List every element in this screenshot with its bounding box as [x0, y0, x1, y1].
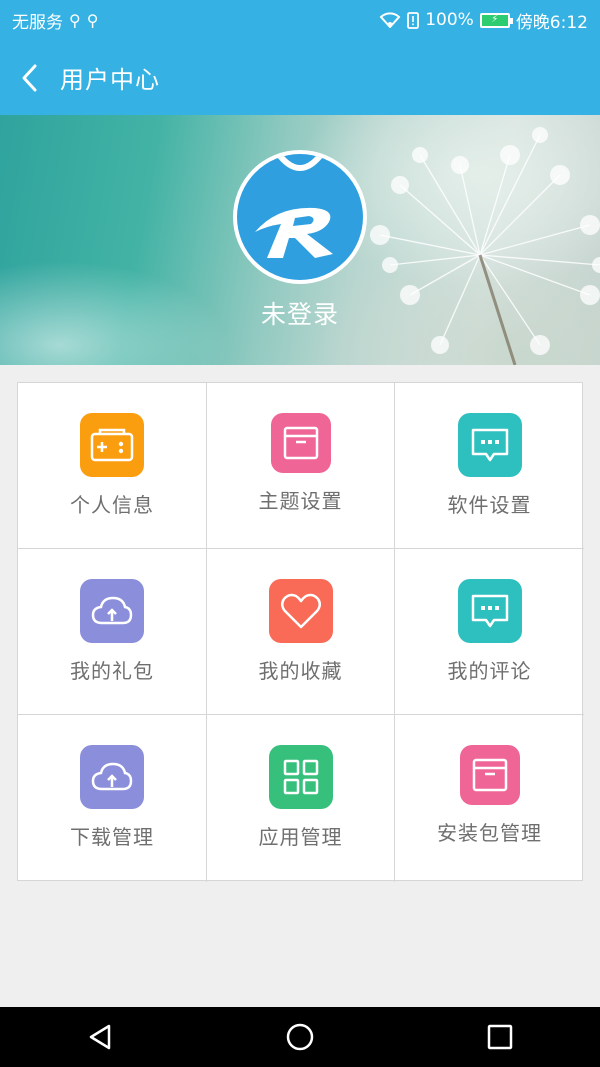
nav-recents-button[interactable]	[470, 1007, 530, 1067]
menu-item-label: 下载管理	[70, 825, 154, 849]
status-left: 无服务 ⚲ ⚲	[12, 8, 98, 33]
carrier-text: 无服务	[12, 12, 63, 33]
menu-item-my-gifts[interactable]: 我的礼包	[18, 549, 207, 715]
chat-bubble-icon	[457, 579, 522, 643]
page-title: 用户中心	[60, 66, 160, 94]
usb-icon: ⚲	[69, 10, 81, 30]
r-logo-icon	[237, 154, 363, 280]
chat-bubble-icon	[457, 413, 522, 477]
wifi-icon	[379, 12, 401, 28]
menu-item-label: 我的收藏	[258, 659, 343, 683]
menu-item-label: 应用管理	[258, 825, 343, 849]
usb-debug-icon: ⚲	[86, 10, 99, 30]
box-icon	[459, 745, 520, 805]
title-bar: 用户中心	[0, 40, 600, 115]
status-bar: 无服务 ⚲ ⚲ 100% ⚡ 傍晚6:12	[0, 0, 600, 40]
menu-item-theme-settings[interactable]: 主题设置	[207, 383, 395, 549]
menu-grid: 个人信息 主题设置 软件设置 我的礼包 我的收藏 我的评论 下载管理 应用管理 …	[17, 382, 584, 882]
status-right: 100% ⚡ 傍晚6:12	[379, 8, 588, 33]
heart-icon	[268, 579, 333, 643]
menu-item-download-management[interactable]: 下载管理	[18, 715, 207, 882]
menu-item-package-management[interactable]: 安装包管理	[395, 715, 584, 882]
menu-item-software-settings[interactable]: 软件设置	[395, 383, 584, 549]
sim-warning-icon	[407, 11, 420, 29]
cloud-upload-icon	[80, 745, 144, 809]
profile-banner: 未登录	[0, 115, 600, 365]
menu-item-label: 我的礼包	[70, 659, 154, 683]
nav-home-button[interactable]	[270, 1007, 330, 1067]
menu-item-label: 主题设置	[258, 489, 343, 513]
menu-item-label: 软件设置	[447, 493, 532, 517]
battery-percent: 100%	[425, 10, 474, 30]
grid-apps-icon	[268, 745, 333, 809]
menu-item-label: 个人信息	[70, 493, 154, 517]
menu-item-my-favorites[interactable]: 我的收藏	[207, 549, 395, 715]
nav-back-icon	[89, 1024, 111, 1050]
cloud-upload-icon	[80, 579, 144, 643]
battery-charging-icon: ⚡	[479, 12, 513, 28]
gamepad-icon	[80, 413, 144, 477]
menu-item-label: 我的评论	[447, 659, 532, 683]
menu-item-app-management[interactable]: 应用管理	[207, 715, 395, 882]
system-nav-bar	[0, 1007, 600, 1067]
back-button[interactable]	[0, 40, 58, 115]
back-chevron-icon	[22, 64, 37, 91]
menu-item-personal-info[interactable]: 个人信息	[18, 383, 207, 549]
menu-item-label: 安装包管理	[437, 821, 542, 845]
nav-home-icon	[286, 1023, 314, 1051]
clock: 傍晚6:12	[515, 12, 588, 33]
box-icon	[270, 413, 331, 473]
menu-item-my-comments[interactable]: 我的评论	[395, 549, 584, 715]
login-status[interactable]: 未登录	[0, 295, 600, 331]
nav-recents-icon	[487, 1024, 513, 1050]
nav-back-button[interactable]	[70, 1007, 130, 1067]
avatar[interactable]	[233, 150, 367, 284]
